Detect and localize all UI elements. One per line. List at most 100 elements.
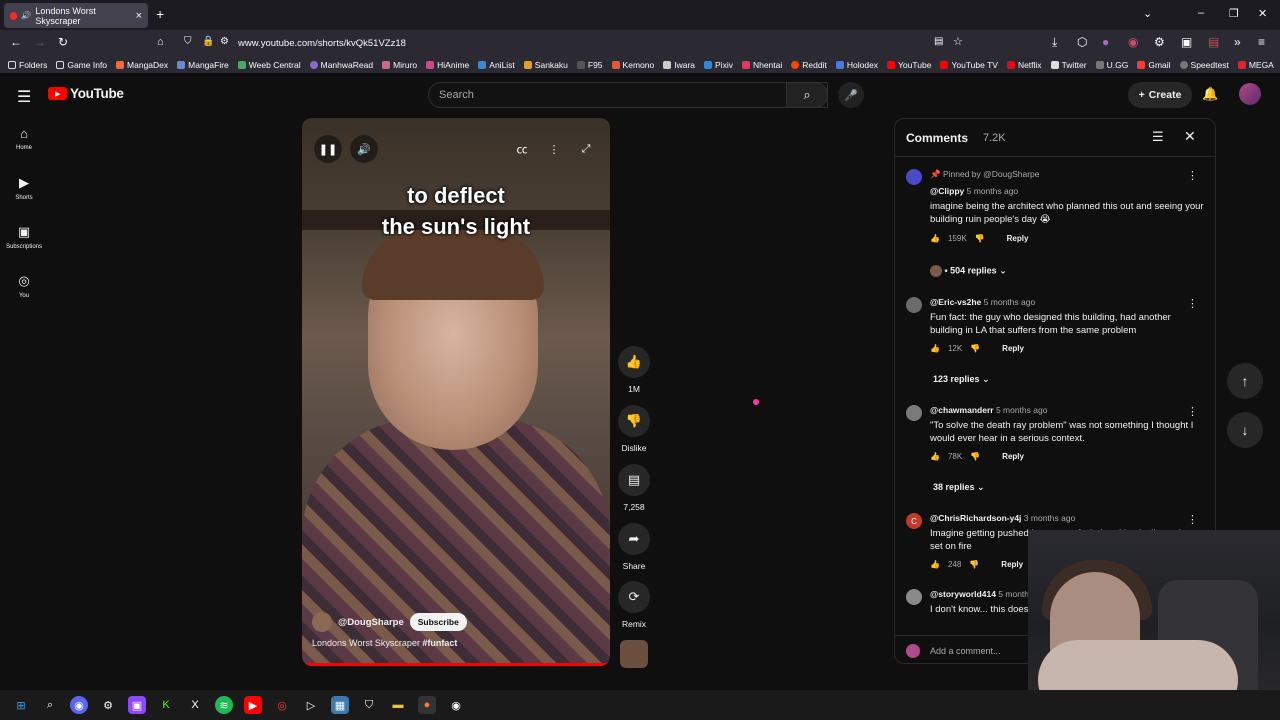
shield-icon[interactable]: ⛉ [360,696,378,714]
speaker-icon[interactable]: 🔊 [21,11,31,20]
app-icon[interactable]: ▦ [331,696,349,714]
next-short-button[interactable]: ↓ [1227,412,1263,448]
back-icon[interactable]: ← [10,35,22,49]
comment-avatar[interactable]: C [906,513,922,529]
new-tab-button[interactable]: + [156,6,164,22]
extension-icon[interactable]: ● [1102,35,1109,49]
reply-button[interactable]: Reply [1002,452,1024,461]
url-text[interactable]: www.youtube.com/shorts/kvQk51VZz18 [238,38,406,49]
spotify-icon[interactable]: ≋ [215,696,233,714]
bookmark-item[interactable]: YouTube TV [940,60,998,70]
video-title[interactable]: Londons Worst Skyscraper #funfact [312,638,457,648]
view-replies-button[interactable]: 38 replies ⌄ [933,482,985,493]
close-tab-icon[interactable]: × [136,10,142,22]
subscribe-button[interactable]: Subscribe [409,613,467,631]
kick-icon[interactable]: K [157,696,175,714]
tab-list-icon[interactable]: ⌄ [1143,7,1152,20]
comment-more-icon[interactable]: ⋮ [1187,297,1198,310]
search-icon[interactable]: ⌕ [786,82,828,108]
menu-icon[interactable]: ≡ [1258,35,1265,49]
sidebar-item-you[interactable]: ◎ You [0,273,48,299]
bookmark-item[interactable]: Speedtest [1179,60,1229,70]
bookmark-item[interactable]: U.GG [1095,60,1128,70]
create-button[interactable]: + Create [1128,82,1192,108]
comment-author[interactable]: @chawmanderr [930,405,994,415]
thumbs-up-icon[interactable]: 👍 [930,344,940,353]
sidebar-item-subscriptions[interactable]: ▣ Subscriptions [0,224,48,250]
discord-icon[interactable]: ◉ [70,696,88,714]
bookmark-item[interactable]: MEGA [1237,60,1274,70]
microphone-icon[interactable]: 🎤 [838,82,864,108]
lock-icon[interactable]: 🔒 [202,36,214,47]
more-options-icon[interactable]: ⋮ [540,135,568,163]
extension-icon[interactable]: ▣ [1181,35,1192,49]
hashtag-link[interactable]: #funfact [422,638,457,648]
comment-author[interactable]: @ChrisRichardson-y4j [930,513,1021,523]
windows-start-icon[interactable]: ⊞ [12,696,30,714]
account-avatar[interactable] [1239,83,1261,105]
reload-icon[interactable]: ↻ [58,35,68,49]
bookmark-item[interactable]: ManhwaRead [309,60,373,70]
bookmark-item[interactable]: Twitter [1050,60,1087,70]
browser-tab[interactable]: 🔊 Londons Worst Skyscraper × [4,3,148,28]
bookmark-item[interactable]: Netflix [1006,60,1042,70]
bookmark-item[interactable]: Weeb Central [237,60,301,70]
bookmark-item[interactable]: Sankaku [523,60,568,70]
extensions-icon[interactable]: ⬡ [1077,35,1087,49]
thumbs-down-icon[interactable]: 👎 [970,452,980,461]
search-input[interactable]: Search [428,82,828,108]
obs-icon[interactable]: ◉ [447,696,465,714]
bookmark-item[interactable]: Game Info [56,60,107,70]
minimize-button[interactable]: – [1198,7,1204,19]
reader-view-icon[interactable]: ▤ [934,36,943,47]
add-comment-input[interactable]: Add a comment... [930,646,1001,656]
bookmark-item[interactable]: YouTube [887,60,931,70]
comment-author[interactable]: @Clippy [930,186,964,196]
steam-icon[interactable]: ⚙ [99,696,117,714]
bookmark-star-icon[interactable]: ☆ [953,35,963,48]
dislike-button[interactable]: 👎 Dislike [618,405,650,453]
captions-icon[interactable]: ㏄ [508,135,536,163]
bookmark-item[interactable]: Iwara [663,60,695,70]
bookmark-item[interactable]: Pixiv [704,60,733,70]
extension-icon[interactable]: ▤ [1208,35,1219,49]
share-button[interactable]: ➦ Share [618,523,650,571]
thumbs-down-icon[interactable]: 👎 [975,234,985,243]
comment-author[interactable]: @storyworld414 [930,589,996,599]
notifications-bell-icon[interactable]: 🔔 [1202,86,1218,102]
reply-button[interactable]: Reply [1002,344,1024,353]
like-button[interactable]: 👍 1M [618,346,650,394]
close-icon[interactable]: ✕ [1184,128,1196,145]
remix-button[interactable]: ⟳ Remix [618,581,650,629]
bookmark-item[interactable]: HiAnime [426,60,469,70]
url-bar[interactable]: ⌂ ⛉ 🔒 ⚙ www.youtube.com/shorts/kvQk51VZz… [150,32,970,54]
extension-icon[interactable]: ◉ [1128,35,1138,49]
comment-avatar[interactable] [906,405,922,421]
view-replies-button[interactable]: • 504 replies ⌄ [930,265,1007,277]
thumbs-up-icon[interactable]: 👍 [930,452,940,461]
bookmark-item[interactable]: Miruro [382,60,417,70]
bookmark-item[interactable]: MangaFire [177,60,229,70]
bookmark-item[interactable]: Kemono [611,60,654,70]
pause-icon[interactable]: ❚❚ [314,135,342,163]
thumbs-up-icon[interactable]: 👍 [930,560,940,569]
fullscreen-icon[interactable]: ⤢ [572,135,600,163]
twitch-icon[interactable]: ▣ [128,696,146,714]
bookmark-item[interactable]: Gmail [1137,60,1171,70]
previous-short-button[interactable]: ↑ [1227,363,1263,399]
maximize-button[interactable]: ❐ [1229,7,1239,20]
sound-thumbnail[interactable] [620,640,648,668]
bookmark-item[interactable]: F95 [576,60,603,70]
channel-name[interactable]: @DougSharpe [338,617,404,628]
reply-button[interactable]: Reply [1001,560,1023,569]
close-window-button[interactable]: ✕ [1258,7,1267,20]
bookmark-item[interactable]: MangaDex [116,60,168,70]
bookmark-item[interactable]: Reddit [791,60,827,70]
comment-author[interactable]: @Eric-vs2he [930,297,981,307]
comments-button[interactable]: ▤ 7,258 [618,464,650,512]
bookmark-item[interactable]: Nhentai [741,60,782,70]
media-player-icon[interactable]: ▷ [302,696,320,714]
hamburger-menu-icon[interactable]: ☰ [17,87,31,107]
sort-icon[interactable]: ☰ [1152,129,1164,145]
volume-icon[interactable]: 🔊 [350,135,378,163]
